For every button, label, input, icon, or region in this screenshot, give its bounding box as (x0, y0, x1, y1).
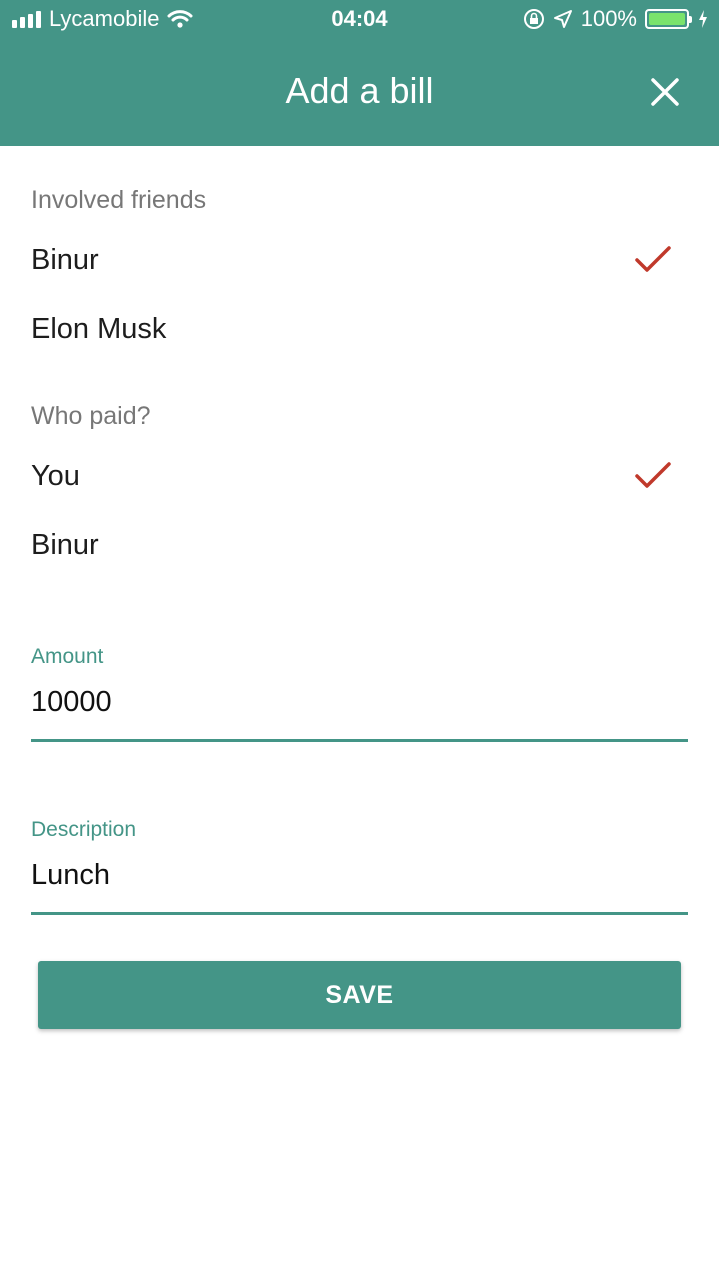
description-label: Description (31, 818, 137, 841)
location-icon (553, 10, 572, 28)
checkmark-icon (635, 246, 671, 272)
payer-row-binur[interactable]: Binur (0, 515, 719, 575)
description-input[interactable] (31, 859, 631, 892)
status-right: 100% (523, 6, 709, 32)
app-header: Lycamobile 04:04 100% Add a bill (0, 0, 719, 146)
friend-row-binur[interactable]: Binur (0, 230, 719, 290)
amount-input[interactable] (31, 686, 631, 719)
payer-name: Binur (31, 529, 99, 561)
amount-underline (31, 739, 688, 742)
checkmark-icon (635, 462, 671, 488)
orientation-lock-icon (523, 9, 544, 29)
payer-name: You (31, 460, 80, 492)
friend-row-elon-musk[interactable]: Elon Musk (0, 299, 719, 359)
payer-row-you[interactable]: You (0, 446, 719, 506)
close-icon[interactable] (649, 76, 681, 108)
status-bar: Lycamobile 04:04 100% (0, 0, 719, 40)
page-title: Add a bill (285, 70, 434, 111)
friend-name: Binur (31, 244, 99, 276)
amount-label: Amount (31, 645, 104, 668)
description-underline (31, 912, 688, 915)
battery-fill (649, 13, 685, 25)
save-button[interactable]: SAVE (38, 961, 681, 1029)
friend-name: Elon Musk (31, 313, 167, 345)
charging-icon (699, 10, 707, 28)
who-paid-label: Who paid? (31, 402, 151, 430)
involved-friends-label: Involved friends (31, 186, 207, 214)
battery-icon (645, 9, 692, 29)
battery-percent: 100% (580, 6, 637, 31)
